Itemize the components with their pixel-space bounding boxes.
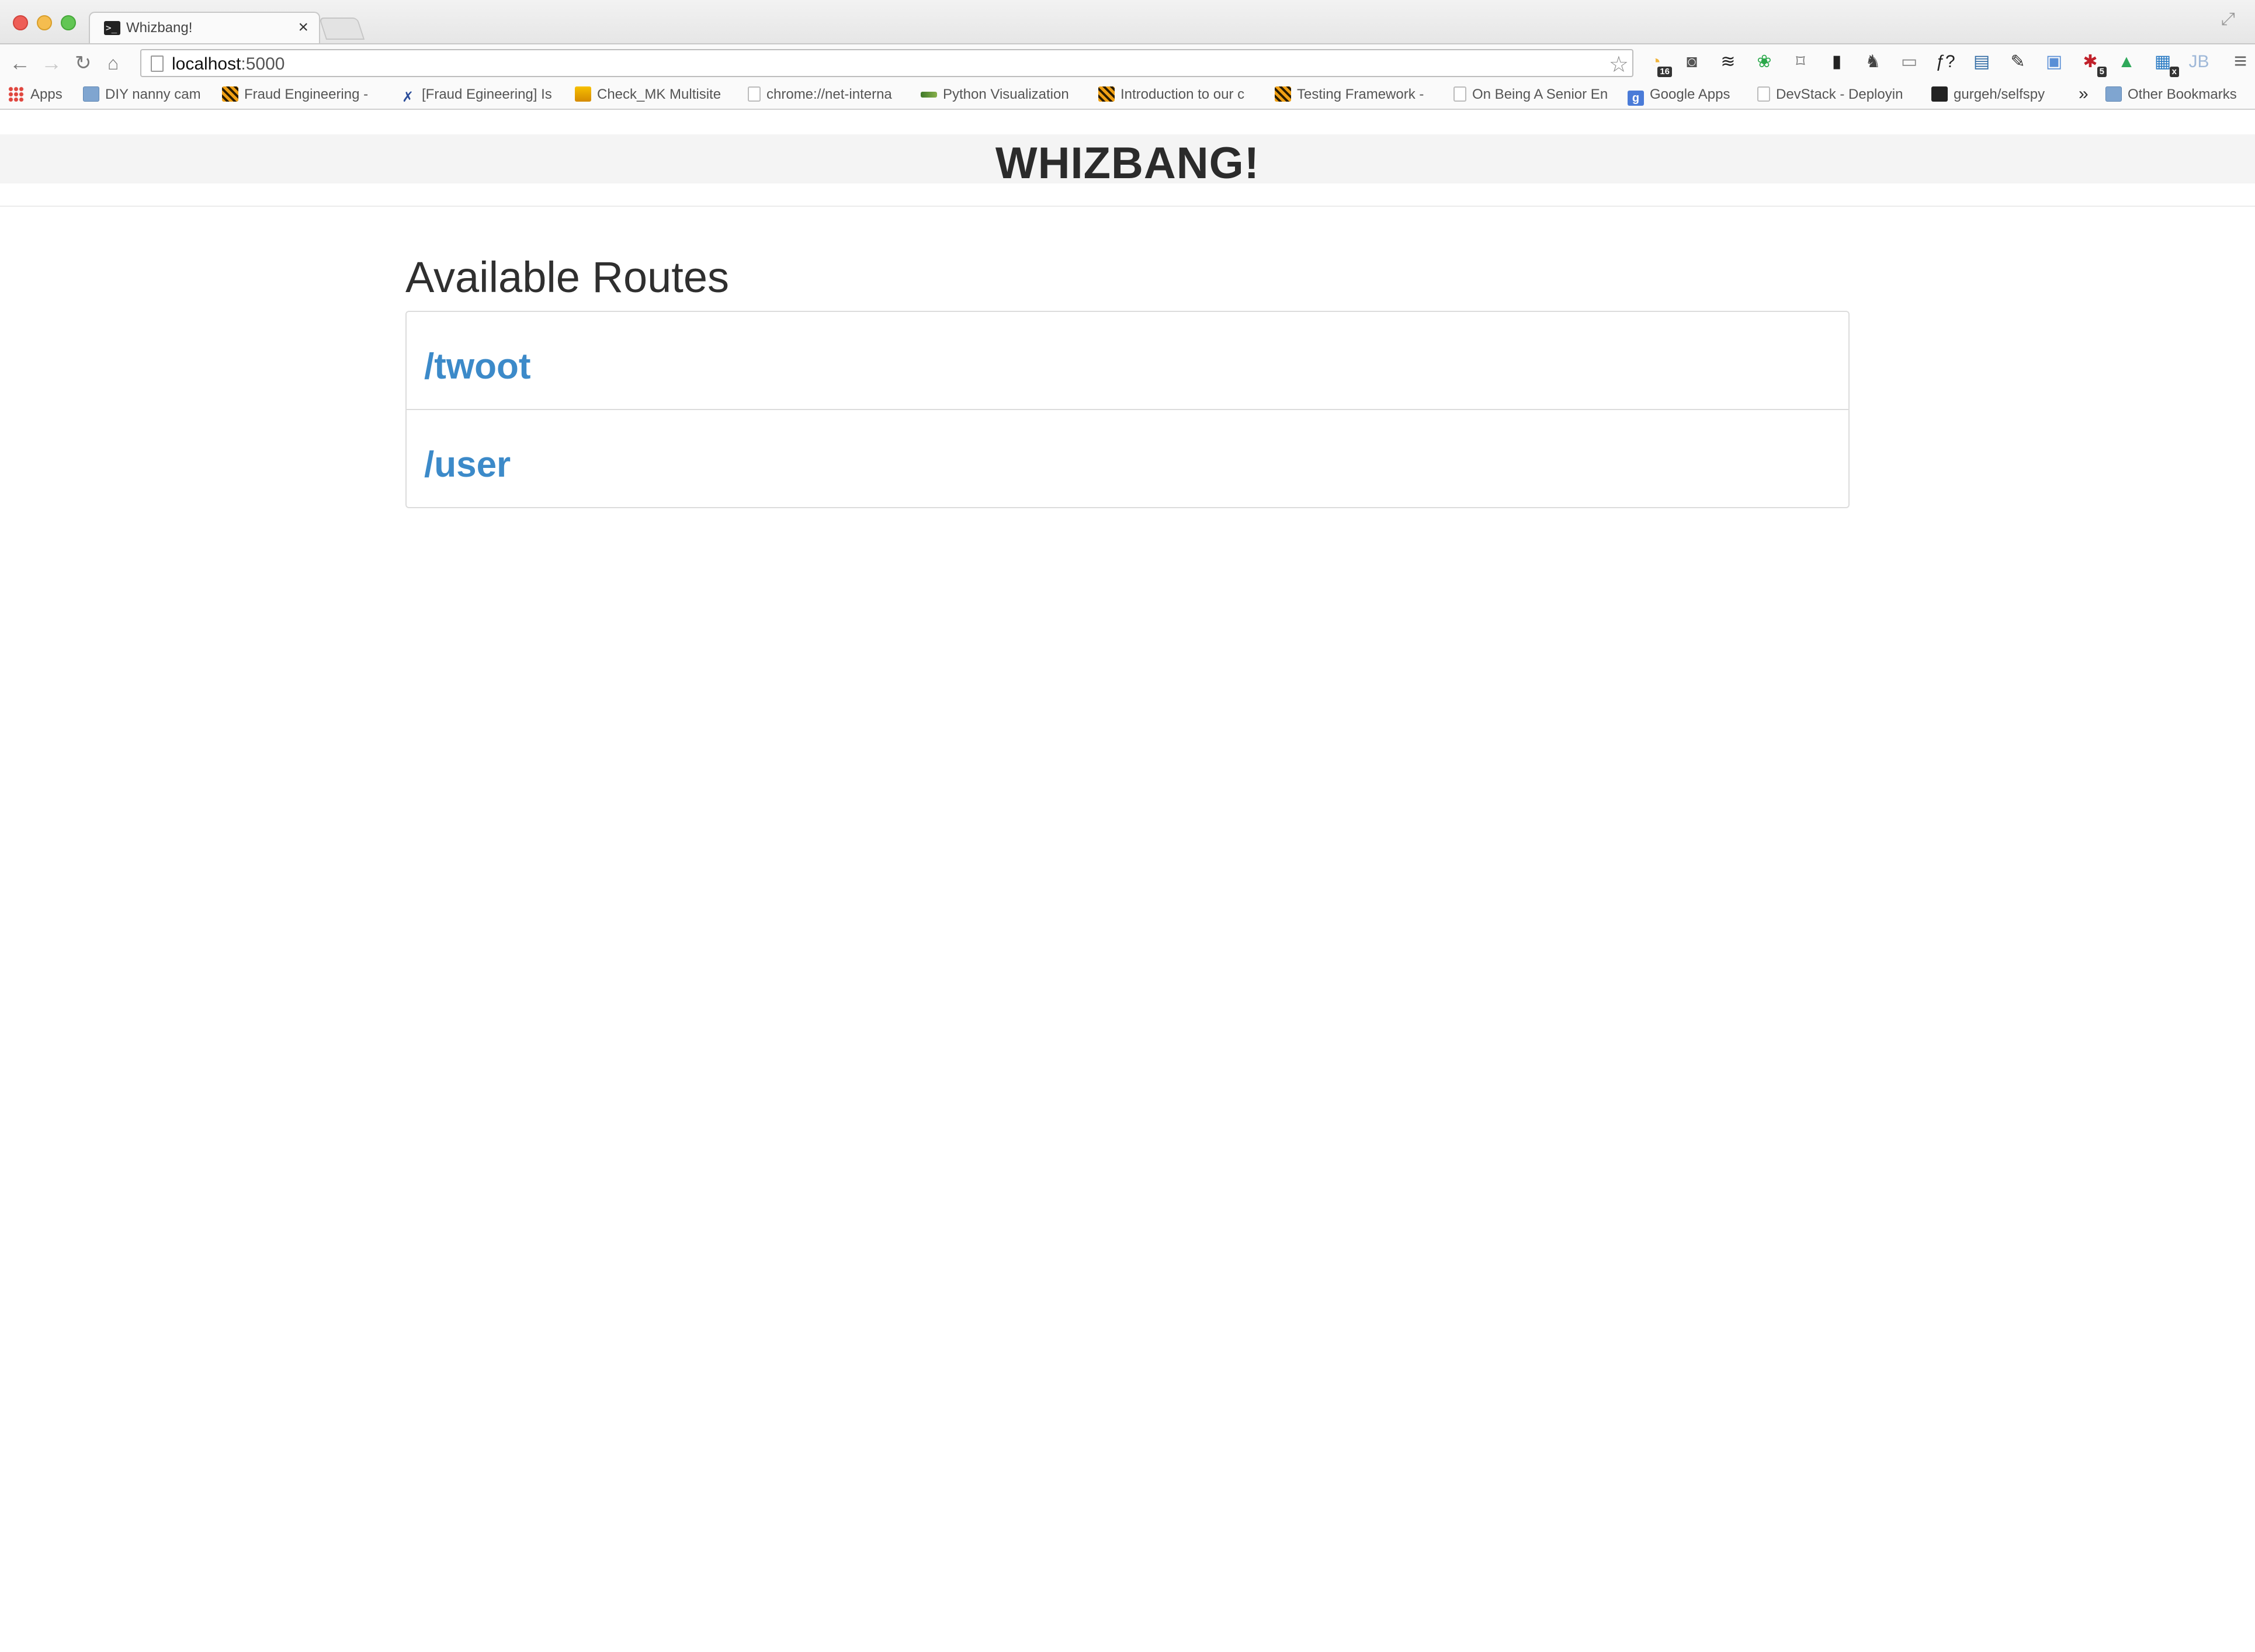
- page-icon: [748, 86, 761, 102]
- bookmark-label: Testing Framework -: [1297, 86, 1424, 102]
- screen-capture-icon[interactable]: ▦ x: [2151, 50, 2179, 77]
- browser-chrome: >_ Whizbang! × ⤢ ← → ↻ ⌂ localhost:5000 …: [0, 0, 2255, 110]
- ruler-question-icon[interactable]: ▭: [1897, 50, 1921, 74]
- bookmark-check-mk-multisite[interactable]: Check_MK Multisite: [575, 86, 721, 104]
- url-text[interactable]: localhost:5000: [172, 54, 285, 74]
- route-item: /user: [405, 409, 1850, 508]
- extension-badge: 5: [2097, 67, 2107, 77]
- reload-icon[interactable]: ↻: [75, 50, 92, 76]
- browser-tab[interactable]: >_ Whizbang! ×: [89, 12, 320, 44]
- python-icon: [921, 92, 937, 98]
- bookmark-label: Introduction to our c: [1120, 86, 1245, 102]
- jetbrains-icon[interactable]: JB: [2187, 50, 2211, 74]
- new-tab-button[interactable]: [318, 18, 365, 40]
- tab-title: Whizbang!: [126, 20, 193, 36]
- google-drive-icon[interactable]: ▲: [2115, 50, 2138, 74]
- bookmark-senior-engineer[interactable]: On Being A Senior En: [1453, 86, 1608, 104]
- extension-badge: 16: [1657, 67, 1672, 77]
- pocket-icon[interactable]: ◙: [1680, 50, 1704, 74]
- bookmark-label: chrome://net-interna: [766, 86, 892, 102]
- address-bar[interactable]: localhost:5000 ☆: [140, 49, 1633, 77]
- bookmark-python-visualization[interactable]: Python Visualization: [921, 86, 1069, 104]
- lastpass-icon[interactable]: ✱ 5: [2079, 50, 2107, 77]
- extension-badge: x: [2169, 67, 2179, 77]
- bookmark-introduction[interactable]: Introduction to our c: [1098, 86, 1244, 104]
- bookmark-label: Apps: [30, 86, 63, 102]
- window-close-button[interactable]: [13, 15, 28, 30]
- tiger-icon: [1275, 86, 1291, 102]
- url-host: localhost: [172, 54, 241, 74]
- tab-close-icon[interactable]: ×: [298, 18, 308, 37]
- bookmark-label: Fraud Engineering -: [244, 86, 369, 102]
- route-link-twoot[interactable]: /twoot: [424, 346, 531, 387]
- google-icon: g: [1628, 91, 1644, 106]
- home-icon[interactable]: ⌂: [107, 50, 119, 76]
- buffer-icon[interactable]: ≋: [1716, 50, 1740, 74]
- cast-icon[interactable]: ⌑: [1789, 50, 1812, 74]
- folder-icon: [83, 86, 99, 102]
- window-minimize-button[interactable]: [37, 15, 52, 30]
- bookmark-chrome-net-internals[interactable]: chrome://net-interna: [748, 86, 892, 104]
- main-content: Available Routes /twoot /user: [405, 251, 1850, 508]
- back-arrow-icon[interactable]: ←: [9, 50, 30, 76]
- tiger-icon: [222, 86, 238, 102]
- bookmarks-bar: Apps DIY nanny cam Fraud Engineering - ✗ [Fr…: [0, 81, 2255, 110]
- tab-strip: >_ Whizbang! × ⤢: [0, 0, 2255, 44]
- forward-arrow-icon[interactable]: →: [41, 50, 62, 76]
- folder-icon: [2105, 86, 2122, 102]
- bookmark-label: [Fraud Egineering] Is: [422, 86, 552, 102]
- bookmark-star-icon[interactable]: ☆: [1609, 51, 1629, 78]
- clock-extension-icon[interactable]: ◔ 16: [1644, 50, 1672, 77]
- site-header: WHIZBANG!: [0, 134, 2255, 188]
- menu-icon[interactable]: ≡: [2234, 49, 2247, 74]
- chart-extension-icon[interactable]: ▤: [1970, 50, 1993, 74]
- bookmark-label: DIY nanny cam: [105, 86, 201, 102]
- bookmark-label: Check_MK Multisite: [597, 86, 721, 102]
- terminal-favicon-icon: >_: [104, 21, 120, 35]
- phone-bolt-icon[interactable]: ▮: [1825, 50, 1848, 74]
- url-port: :5000: [241, 54, 285, 74]
- bookmark-label: DevStack - Deployin: [1776, 86, 1903, 102]
- browser-toolbar: ← → ↻ ⌂ localhost:5000 ☆ ◔ 16 ◙ ≋ ❀ ⌑ ▮ ♞ ▭ ƒ? ▤ ✎ ▣…: [0, 43, 2255, 81]
- other-bookmarks-label: Other Bookmarks: [2128, 86, 2237, 102]
- bookmark-devstack[interactable]: DevStack - Deployin: [1757, 86, 1903, 104]
- bookmark-fraud-engineering[interactable]: Fraud Engineering -: [222, 86, 368, 104]
- bookmark-label: Python Visualization: [943, 86, 1069, 102]
- route-link-user[interactable]: /user: [424, 444, 511, 485]
- more-bookmarks-chevron-icon[interactable]: »: [2079, 84, 2089, 104]
- evernote-icon[interactable]: ♞: [1861, 50, 1885, 74]
- fullscreen-icon[interactable]: ⤢: [2221, 9, 2241, 29]
- tool-icon: ✗: [401, 89, 414, 105]
- bookmark-label: Google Apps: [1650, 86, 1730, 102]
- window-resizer-icon[interactable]: ▣: [2042, 50, 2066, 74]
- routes-heading: Available Routes: [405, 253, 729, 301]
- bookmark-label: gurgeh/selfspy: [1954, 86, 2045, 102]
- bookmark-google-apps[interactable]: g Google Apps: [1628, 86, 1730, 106]
- bookmark-apps[interactable]: Apps: [8, 86, 63, 104]
- bookmark-diy-nanny-cam[interactable]: DIY nanny cam: [83, 86, 201, 104]
- bookmark-fraud-egineering[interactable]: ✗ [Fraud Egineering] Is: [400, 86, 552, 105]
- page-icon: [1757, 86, 1770, 102]
- check-icon: [575, 86, 591, 102]
- page-icon: [151, 55, 164, 72]
- header-divider: [0, 206, 2255, 207]
- github-icon: [1931, 86, 1948, 102]
- window-maximize-button[interactable]: [61, 15, 76, 30]
- bookmark-selfspy[interactable]: gurgeh/selfspy: [1931, 86, 2045, 104]
- routes-list: /twoot /user: [405, 311, 1850, 508]
- route-item: /twoot: [405, 311, 1850, 410]
- evernote-clipper-icon[interactable]: ❀: [1753, 50, 1776, 74]
- apps-icon: [8, 86, 25, 102]
- site-title: WHIZBANG!: [995, 138, 1260, 188]
- page-icon: [1453, 86, 1466, 102]
- other-bookmarks[interactable]: Other Bookmarks: [2105, 86, 2237, 104]
- bookmark-testing-framework[interactable]: Testing Framework -: [1275, 86, 1424, 104]
- bookmark-label: On Being A Senior En: [1472, 86, 1608, 102]
- font-question-icon[interactable]: ƒ?: [1934, 50, 1957, 74]
- tiger-icon: [1098, 86, 1115, 102]
- pencil-icon[interactable]: ✎: [2006, 50, 2029, 74]
